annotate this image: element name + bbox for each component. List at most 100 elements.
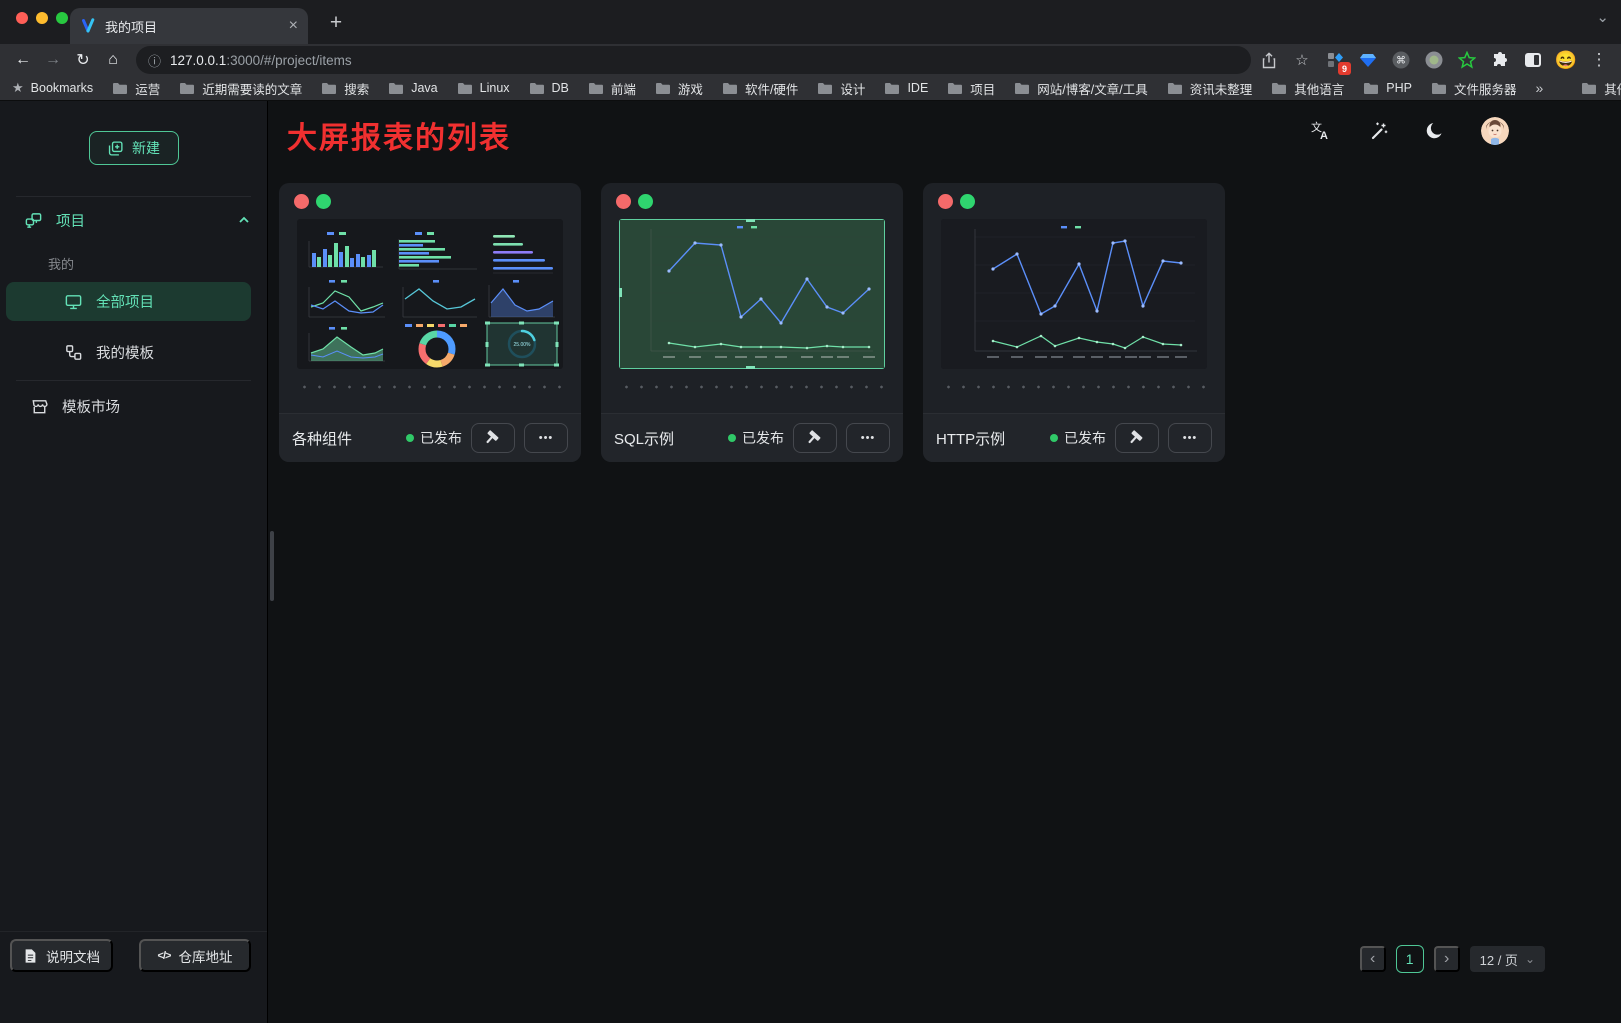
bookmark-folder-item[interactable]: IDE — [884, 81, 928, 95]
tab-close-icon[interactable]: × — [289, 18, 298, 34]
bookmark-folder-item[interactable]: 设计 — [817, 79, 865, 98]
window-minimize-button[interactable] — [36, 12, 48, 24]
main-content: 大屏报表的列表 文 A — [268, 101, 1621, 1023]
bookmark-folder-item[interactable]: 资讯未整理 — [1167, 79, 1253, 98]
sidebar-divider — [16, 380, 251, 381]
edit-project-button[interactable] — [1115, 423, 1159, 453]
page-info-icon[interactable]: ⓘ — [148, 51, 161, 70]
other-bookmarks-item[interactable]: 其他书签 — [1581, 79, 1621, 98]
extension-recorder-icon[interactable] — [1424, 50, 1444, 70]
back-icon[interactable]: ← — [8, 46, 38, 74]
user-avatar[interactable] — [1481, 117, 1509, 145]
page-size-select[interactable]: 12 / 页 ⌄ — [1470, 946, 1545, 972]
bookmark-folder-item[interactable]: 前端 — [588, 79, 636, 98]
browser-tab-strip: 我的项目 × + ⌄ — [0, 0, 1621, 44]
bookmark-folder-item[interactable]: DB — [529, 81, 569, 95]
browser-tab-active[interactable]: 我的项目 × — [70, 8, 308, 44]
more-actions-button[interactable]: ••• — [524, 423, 568, 453]
browser-menu-icon[interactable]: ⋮ — [1589, 50, 1609, 70]
bookmark-folder-item[interactable]: PHP — [1363, 81, 1412, 95]
address-bar[interactable]: ⓘ 127.0.0.1:3000/#/project/items — [136, 46, 1251, 74]
bookmark-folder-item[interactable]: 运营 — [112, 79, 160, 98]
bookmark-folder-item[interactable]: 近期需要读的文章 — [179, 79, 302, 98]
folder-icon — [1271, 82, 1287, 95]
green-dot — [960, 194, 975, 209]
home-icon[interactable]: ⌂ — [98, 46, 128, 74]
green-dot — [316, 194, 331, 209]
bookmark-folder-item[interactable]: 搜索 — [321, 79, 369, 98]
vertical-scrollbar-thumb[interactable] — [270, 531, 274, 601]
bookmark-star-icon[interactable]: ☆ — [1292, 50, 1312, 70]
bookmark-folder-item[interactable]: 游戏 — [655, 79, 703, 98]
card-thumbnail-preview[interactable] — [941, 219, 1207, 369]
bookmark-label: 资讯未整理 — [1190, 79, 1253, 98]
side-panel-icon[interactable] — [1523, 50, 1543, 70]
bookmark-folder-item[interactable]: 其他语言 — [1271, 79, 1344, 98]
template-market-label: 模板市场 — [62, 396, 120, 417]
window-close-button[interactable] — [16, 12, 28, 24]
more-actions-button[interactable]: ••• — [1168, 423, 1212, 453]
extension-green-star-icon[interactable] — [1457, 50, 1477, 70]
new-tab-button[interactable]: + — [322, 9, 350, 37]
reload-icon[interactable]: ↻ — [68, 46, 98, 74]
status-dot-icon — [1050, 434, 1058, 442]
chevron-up-icon[interactable] — [237, 213, 251, 227]
storefront-icon — [30, 397, 49, 416]
card-thumbnail-preview[interactable] — [619, 219, 885, 369]
repository-button[interactable]: </> 仓库地址 — [139, 939, 251, 972]
window-zoom-button[interactable] — [56, 12, 68, 24]
folder-icon — [529, 82, 545, 95]
bookmark-folder-item[interactable]: 项目 — [947, 79, 995, 98]
share-icon[interactable] — [1259, 50, 1279, 70]
url-text[interactable]: 127.0.0.1:3000/#/project/items — [170, 53, 352, 68]
sidebar-item-all-projects[interactable]: 全部项目 — [6, 282, 251, 321]
project-card[interactable]: HTTP示例 已发布 ••• — [923, 183, 1225, 462]
forward-icon[interactable]: → — [38, 46, 68, 74]
extension-tampermonkey-icon[interactable]: 9 — [1325, 50, 1345, 70]
extension-command-icon[interactable]: ⌘ — [1391, 50, 1411, 70]
sidebar-item-template-market[interactable]: 模板市场 — [30, 391, 251, 421]
projects-icon — [24, 211, 43, 230]
hammer-icon — [806, 429, 824, 447]
projects-section-label: 项目 — [56, 210, 85, 231]
card-thumbnail-preview[interactable]: 25.00% — [297, 219, 563, 369]
all-projects-label: 全部项目 — [96, 291, 154, 312]
new-project-button[interactable]: 新建 — [89, 131, 179, 165]
language-translate-icon[interactable]: 文 A — [1309, 120, 1331, 142]
documentation-button[interactable]: 说明文档 — [10, 939, 113, 972]
sidebar-section-projects[interactable]: 项目 — [24, 205, 251, 235]
magic-wand-icon[interactable] — [1367, 120, 1389, 142]
bookmarks-overflow-icon[interactable]: » — [1535, 80, 1543, 96]
red-dot — [938, 194, 953, 209]
documentation-label: 说明文档 — [46, 946, 100, 966]
window-controls[interactable] — [16, 12, 68, 24]
folder-icon — [457, 82, 473, 95]
dark-mode-moon-icon[interactable] — [1425, 121, 1445, 141]
pagination-next-button[interactable]: › — [1434, 946, 1460, 972]
bookmark-folder-item[interactable]: Linux — [457, 81, 510, 95]
svg-text:⌘: ⌘ — [1396, 56, 1406, 67]
profile-emoji-icon[interactable]: 😄 — [1556, 50, 1576, 70]
edit-project-button[interactable] — [793, 423, 837, 453]
extension-badge: 9 — [1338, 62, 1351, 75]
project-card[interactable]: SQL示例 已发布 ••• — [601, 183, 903, 462]
pagination-prev-button[interactable]: ‹ — [1360, 946, 1386, 972]
sidebar-item-my-templates[interactable]: 我的模板 — [6, 333, 251, 372]
tab-title: 我的项目 — [105, 17, 280, 36]
pagination-page-1[interactable]: 1 — [1396, 945, 1424, 973]
tab-search-icon[interactable]: ⌄ — [1596, 8, 1609, 26]
edit-project-button[interactable] — [471, 423, 515, 453]
extension-gem-icon[interactable] — [1358, 50, 1378, 70]
extensions-puzzle-icon[interactable] — [1490, 50, 1510, 70]
bookmark-folder-item[interactable]: Java — [388, 81, 437, 95]
bookmark-folder-item[interactable]: 文件服务器 — [1431, 79, 1517, 98]
more-actions-button[interactable]: ••• — [846, 423, 890, 453]
bookmark-folder-item[interactable]: 软件/硬件 — [722, 79, 798, 98]
bookmark-label: 软件/硬件 — [745, 79, 798, 98]
green-dot — [638, 194, 653, 209]
status-label: 已发布 — [742, 428, 784, 448]
status-dot-icon — [406, 434, 414, 442]
project-card[interactable]: 25.00% 各种组件 已发布 — [279, 183, 581, 462]
bookmarks-manager-item[interactable]: ★ Bookmarks — [12, 80, 93, 96]
bookmark-folder-item[interactable]: 网站/博客/文章/工具 — [1014, 79, 1147, 98]
